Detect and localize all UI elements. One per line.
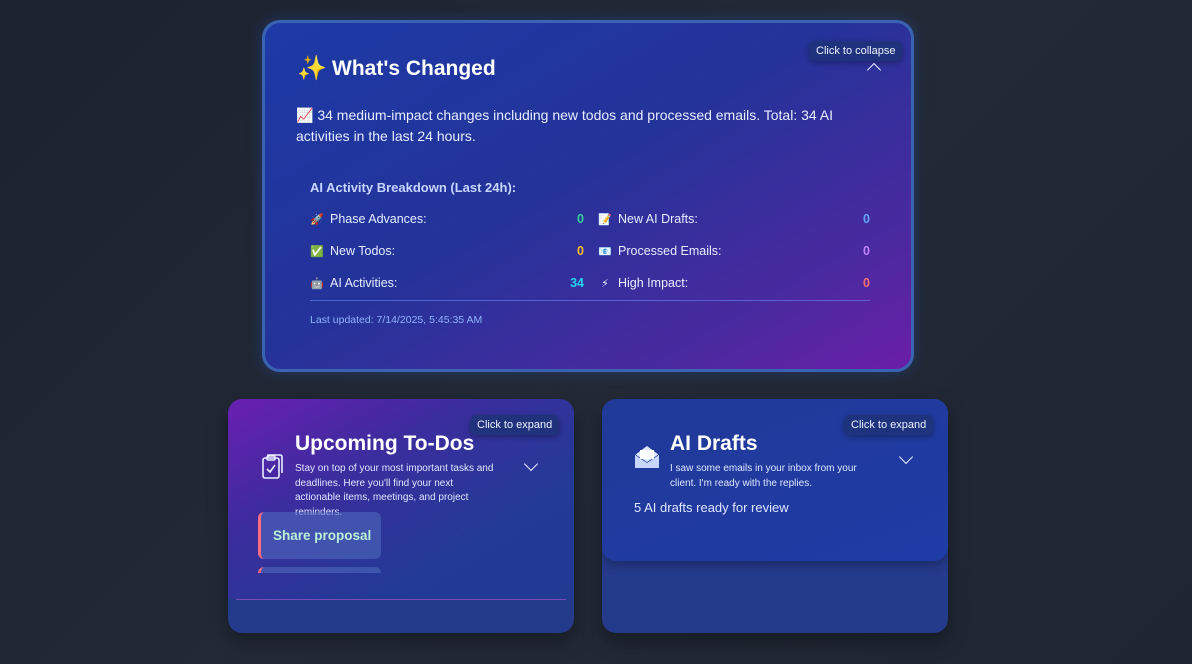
stat-label: New AI Drafts: (618, 212, 698, 226)
collapse-tooltip: Click to collapse (809, 41, 903, 61)
stat-ai-activities: 🤖 AI Activities: 34 (310, 274, 584, 292)
stat-phase-advances: 🚀 Phase Advances: 0 (310, 210, 584, 228)
last-updated: Last updated: 7/14/2025, 5:45:35 AM (310, 314, 483, 326)
stat-value: 0 (863, 212, 870, 226)
chevron-down-icon[interactable] (898, 449, 914, 465)
stat-high-impact: ⚡ High Impact: 0 (598, 274, 870, 292)
todo-item[interactable]: Share proposal (258, 512, 381, 559)
drafts-status: 5 AI drafts ready for review (634, 500, 789, 515)
expand-tooltip: Click to expand (844, 415, 934, 435)
stat-processed-emails: 📧 Processed Emails: 0 (598, 242, 870, 260)
todos-title: Upcoming To-Dos (295, 432, 475, 455)
stat-label: Phase Advances: (330, 212, 427, 226)
drafts-card-header[interactable]: Click to expand AI Drafts I saw some ema… (602, 399, 948, 561)
rocket-icon: 🚀 (310, 213, 324, 226)
email-icon: 📧 (598, 245, 612, 258)
envelope-open-icon (634, 446, 660, 468)
stat-label: Processed Emails: (618, 244, 722, 258)
stat-value: 34 (570, 276, 584, 290)
chevron-up-icon[interactable] (866, 62, 882, 78)
stat-new-ai-drafts: 📝 New AI Drafts: 0 (598, 210, 870, 228)
breakdown-title: AI Activity Breakdown (Last 24h): (310, 180, 517, 195)
stat-value: 0 (577, 212, 584, 226)
changes-summary: 📈 34 medium-impact changes including new… (296, 107, 834, 144)
ai-drafts-card[interactable]: Click to expand AI Drafts I saw some ema… (602, 399, 948, 633)
todos-card-header[interactable]: Click to expand Upcoming To-Dos Stay on … (228, 399, 574, 599)
upcoming-todos-card[interactable]: Click to expand Upcoming To-Dos Stay on … (228, 399, 574, 633)
expand-tooltip: Click to expand (470, 415, 560, 435)
sparkles-icon: ✨ (297, 55, 327, 82)
robot-icon: 🤖 (310, 277, 324, 290)
panel-title: What's Changed (332, 57, 496, 80)
clipboard-check-icon (262, 454, 283, 479)
drafts-description: I saw some emails in your inbox from you… (670, 463, 857, 489)
todo-item-partial[interactable] (258, 567, 381, 573)
stat-label: AI Activities: (330, 276, 398, 290)
stat-label: High Impact: (618, 276, 689, 290)
stat-value: 0 (577, 244, 584, 258)
stat-value: 0 (863, 244, 870, 258)
stat-value: 0 (863, 276, 870, 290)
whats-changed-panel[interactable]: ✨ What's Changed Click to collapse 📈 34 … (262, 20, 914, 372)
divider (310, 300, 870, 301)
lightning-icon: ⚡ (601, 277, 609, 290)
stat-new-todos: ✅ New Todos: 0 (310, 242, 584, 260)
drafts-title: AI Drafts (670, 432, 758, 455)
divider (236, 599, 566, 600)
chevron-down-icon[interactable] (523, 456, 539, 472)
check-icon: ✅ (310, 245, 324, 258)
stat-label: New Todos: (330, 244, 396, 258)
memo-icon: 📝 (598, 213, 612, 226)
